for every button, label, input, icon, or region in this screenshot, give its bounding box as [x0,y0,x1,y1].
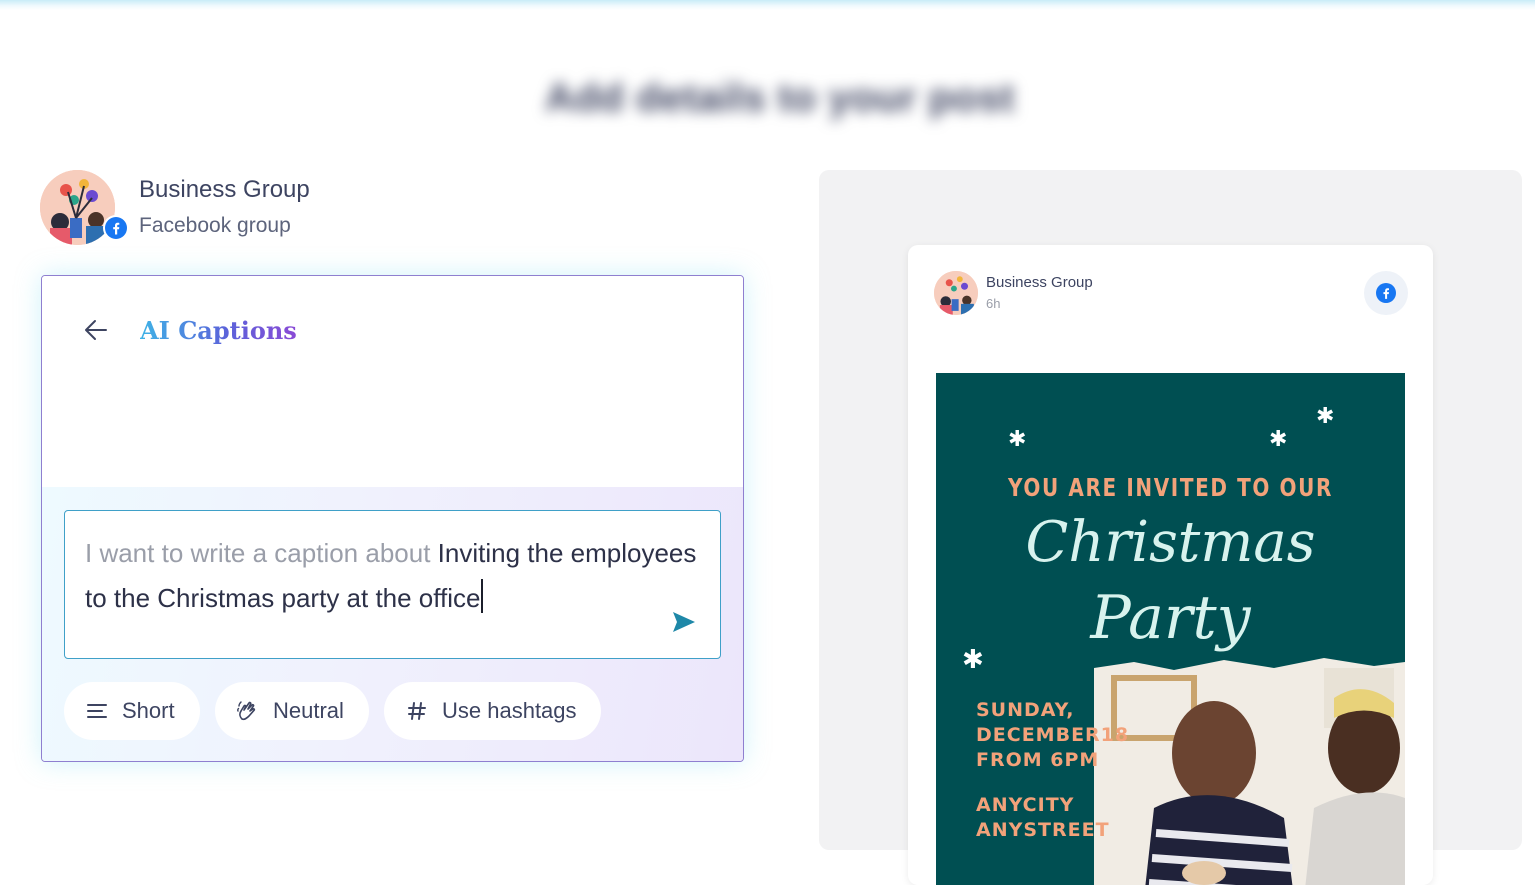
hand-wave-icon [237,700,259,722]
post-author-avatar [934,271,978,315]
facebook-icon[interactable] [1364,271,1408,315]
chip-label: Short [122,698,175,723]
caption-prompt-text[interactable]: I want to write a caption about Inviting… [85,531,705,621]
lines-icon [86,700,108,722]
page-title: Add details to your post [545,76,1015,120]
ai-captions-prompt-area: I want to write a caption about Inviting… [42,487,743,761]
poster-event-details: SUNDAY, DECEMBER18 FROM 6PM [976,698,1130,773]
ai-captions-header: AI Captions [42,276,743,487]
poster-title-party: Party [1090,583,1251,653]
use-hashtags-button[interactable]: Use hashtags [384,682,601,740]
prompt-prefix-label: I want to write a caption about [85,538,438,568]
poster-time: FROM 6PM [976,749,1100,771]
snowflake-icon: ✱ [1269,426,1288,451]
poster-location: ANYCITY ANYSTREET [976,793,1110,843]
poster-street: ANYSTREET [976,819,1110,841]
chip-label: Neutral [273,698,344,723]
snowflake-icon: ✱ [1316,403,1335,428]
account-type: Facebook group [139,214,291,237]
poster-photo [1094,658,1405,885]
length-short-button[interactable]: Short [64,682,200,740]
poster-title-christmas: Christmas [1025,510,1316,575]
post-image: ✱ ✱ ✱ ✱ YOU ARE INVITED TO OUR Christmas… [936,373,1405,885]
text-caret [481,579,484,613]
poster-invite-line: YOU ARE INVITED TO OUR [1008,473,1333,502]
post-author-name: Business Group [986,274,1093,291]
account-name: Business Group [139,176,310,203]
poster-date: DECEMBER18 [976,724,1130,746]
caption-prompt-input[interactable]: I want to write a caption about Inviting… [64,510,721,659]
send-icon[interactable] [671,609,697,635]
post-preview-panel: Business Group 6h ✱ ✱ ✱ ✱ YOU ARE INVITE… [819,170,1522,885]
poster-city: ANYCITY [976,794,1075,816]
poster-day: SUNDAY, [976,699,1075,721]
hashtag-icon [406,700,428,722]
snowflake-icon: ✱ [1008,426,1027,451]
post-preview-card: Business Group 6h ✱ ✱ ✱ ✱ YOU ARE INVITE… [908,245,1433,885]
top-accent-bar [0,0,1535,10]
chip-label: Use hashtags [442,698,577,723]
tone-neutral-button[interactable]: Neutral [215,682,369,740]
facebook-badge-icon [103,215,129,241]
ai-captions-card: AI Captions I want to write a caption ab… [41,275,744,762]
post-timestamp: 6h [986,296,1001,311]
ai-captions-title: AI Captions [140,316,297,345]
back-arrow-icon[interactable] [82,316,110,344]
